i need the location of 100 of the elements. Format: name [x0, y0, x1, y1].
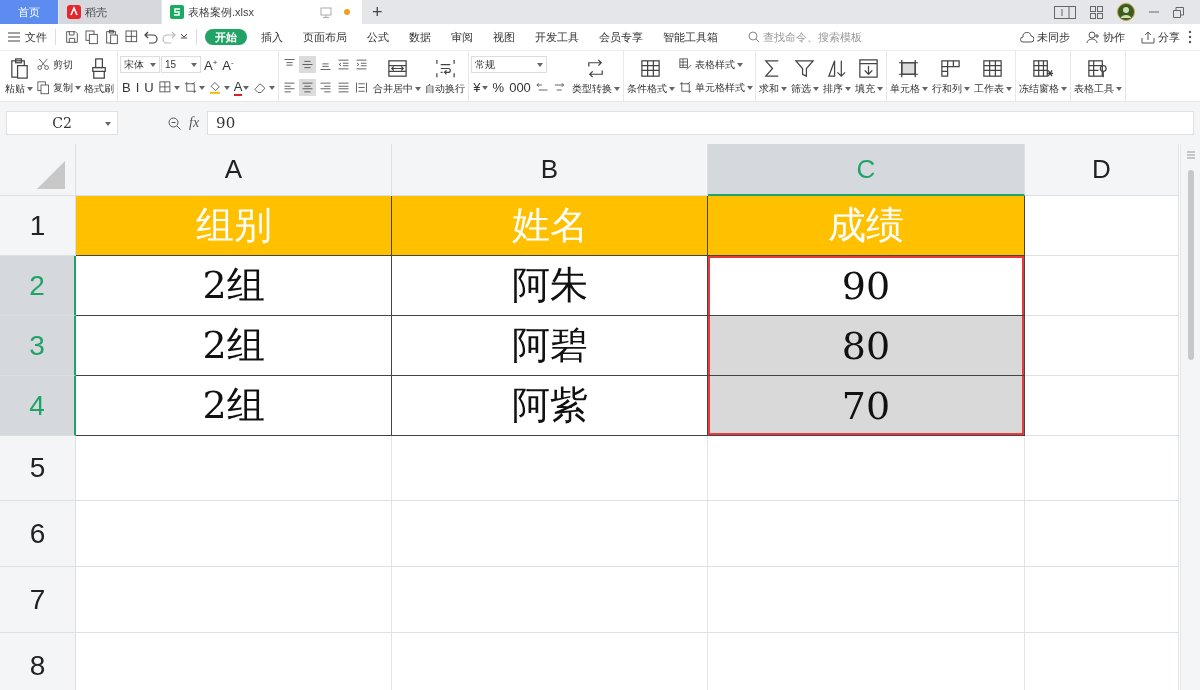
- icon-button[interactable]: [299, 56, 317, 73]
- ribbon-button[interactable]: 复制: [36, 80, 81, 95]
- ribbon-button[interactable]: 合并居中: [372, 56, 423, 96]
- icon-button[interactable]: [299, 79, 317, 96]
- function-button[interactable]: fx: [189, 115, 200, 131]
- table-cell[interactable]: [708, 436, 1025, 501]
- ribbon-button[interactable]: 填充: [853, 56, 884, 96]
- table-cell[interactable]: [76, 501, 392, 567]
- row-header[interactable]: 8: [0, 633, 76, 690]
- table-cell[interactable]: [1025, 501, 1179, 567]
- ribbon-button[interactable]: 类型转换: [570, 56, 621, 96]
- table-cell[interactable]: [1025, 256, 1179, 316]
- column-header[interactable]: D: [1025, 144, 1179, 196]
- scrollbar-thumb[interactable]: [1187, 170, 1194, 360]
- row-header[interactable]: 7: [0, 567, 76, 633]
- table-cell[interactable]: [708, 567, 1025, 633]
- format-button[interactable]: 000: [507, 80, 533, 95]
- new-tab-button[interactable]: +: [362, 0, 393, 24]
- ribbon-button[interactable]: 剪切: [36, 57, 73, 72]
- document-tab[interactable]: 表格案例.xlsx: [162, 0, 362, 24]
- table-cell[interactable]: [392, 501, 708, 567]
- layout-icon[interactable]: [1054, 5, 1076, 19]
- file-menu[interactable]: 文件: [8, 29, 47, 45]
- ribbon-button[interactable]: 求和: [757, 56, 788, 96]
- ribbon-tab[interactable]: 视图: [487, 28, 521, 45]
- ribbon-tab[interactable]: 智能工具箱: [657, 28, 724, 45]
- document-tab[interactable]: 稻壳: [59, 0, 161, 24]
- table-cell[interactable]: [76, 436, 392, 501]
- scrollbar[interactable]: [1180, 144, 1200, 690]
- icon-button[interactable]: [156, 79, 181, 96]
- toolbar-link[interactable]: 未同步: [1020, 29, 1070, 45]
- ribbon-button[interactable]: 格式刷: [83, 56, 115, 96]
- more-icon[interactable]: [1188, 30, 1192, 44]
- ribbon-button[interactable]: 单元格: [888, 56, 929, 96]
- ribbon-tab[interactable]: 会员专享: [593, 28, 649, 45]
- ribbon-button[interactable]: 冻结窗格: [1017, 56, 1068, 96]
- table-cell[interactable]: [1025, 436, 1179, 501]
- toolbar-link[interactable]: 协作: [1086, 29, 1125, 45]
- ribbon-tab[interactable]: 公式: [361, 28, 395, 45]
- more-icon[interactable]: [180, 33, 188, 41]
- ribbon-tab[interactable]: 审阅: [445, 28, 479, 45]
- format-button[interactable]: U: [142, 80, 156, 95]
- formula-field[interactable]: 90: [207, 111, 1194, 135]
- dropdown-field[interactable]: 15: [161, 56, 201, 73]
- table-cell[interactable]: [1025, 567, 1179, 633]
- zoom-icon[interactable]: [168, 116, 181, 130]
- ribbon-button[interactable]: 单元格样式: [677, 80, 753, 95]
- table-cell[interactable]: [392, 436, 708, 501]
- ribbon-button[interactable]: 表格样式: [677, 57, 743, 72]
- name-box[interactable]: C2: [6, 111, 118, 135]
- ribbon-button[interactable]: 条件格式: [625, 56, 676, 96]
- format-button[interactable]: A$^{-}$: [220, 55, 236, 74]
- logo-icon: [67, 5, 81, 19]
- format-button[interactable]: %: [490, 80, 507, 95]
- save-icon[interactable]: [64, 29, 80, 45]
- row-header[interactable]: 6: [0, 501, 76, 567]
- table-cell[interactable]: [76, 567, 392, 633]
- undo-icon[interactable]: [144, 30, 158, 44]
- apps-grid-icon[interactable]: [1090, 5, 1103, 19]
- table-cell[interactable]: [392, 567, 708, 633]
- dropdown-field[interactable]: 常规: [471, 56, 548, 73]
- table-cell[interactable]: [1025, 196, 1179, 256]
- toolbar-link[interactable]: 分享: [1141, 29, 1180, 45]
- format-button[interactable]: I: [133, 80, 142, 95]
- ribbon-button[interactable]: 筛选: [789, 56, 820, 96]
- ribbon-tab[interactable]: 页面布局: [297, 28, 353, 45]
- ribbon-button[interactable]: 排序: [821, 56, 852, 96]
- ribbon-button[interactable]: 行和列: [930, 56, 971, 96]
- ribbon-button[interactable]: 工作表: [972, 56, 1013, 96]
- menu-icon: [8, 32, 20, 42]
- distribute-icon: [354, 80, 370, 95]
- format-button[interactable]: ¥: [471, 80, 490, 95]
- dropdown-field[interactable]: 宋体: [120, 56, 160, 73]
- table-cell[interactable]: 2组: [76, 316, 392, 376]
- table-cell[interactable]: 2组: [76, 256, 392, 316]
- table-cell[interactable]: 70: [708, 376, 1025, 436]
- caret-icon: [481, 85, 488, 90]
- ribbon-button[interactable]: 粘贴: [4, 56, 34, 96]
- ribbon-tab[interactable]: 插入: [255, 28, 289, 45]
- ribbon-button[interactable]: 表格工具: [1072, 56, 1123, 96]
- ribbon-button[interactable]: 自动换行: [424, 56, 467, 96]
- table-cell[interactable]: [1025, 376, 1179, 436]
- column-header[interactable]: B: [392, 144, 708, 196]
- format-button[interactable]: A$^{+}$: [202, 55, 220, 74]
- table-cell[interactable]: 90: [708, 256, 1025, 316]
- ribbon-tab[interactable]: 数据: [403, 28, 437, 45]
- column-header[interactable]: A: [76, 144, 392, 196]
- row-header[interactable]: 1: [0, 196, 76, 256]
- avatar-icon[interactable]: [1117, 3, 1135, 21]
- table-cell[interactable]: [708, 501, 1025, 567]
- restore-icon[interactable]: [1173, 6, 1184, 18]
- row-header[interactable]: 5: [0, 436, 76, 501]
- table-cell[interactable]: 80: [708, 316, 1025, 376]
- select-all-corner[interactable]: [0, 144, 76, 196]
- table-cell[interactable]: 2组: [76, 376, 392, 436]
- table-cell[interactable]: [1025, 316, 1179, 376]
- scissors-icon: [36, 57, 51, 72]
- ribbon-tab[interactable]: 开发工具: [529, 28, 585, 45]
- format-button[interactable]: B: [120, 80, 133, 95]
- format-button[interactable]: A: [231, 79, 252, 96]
